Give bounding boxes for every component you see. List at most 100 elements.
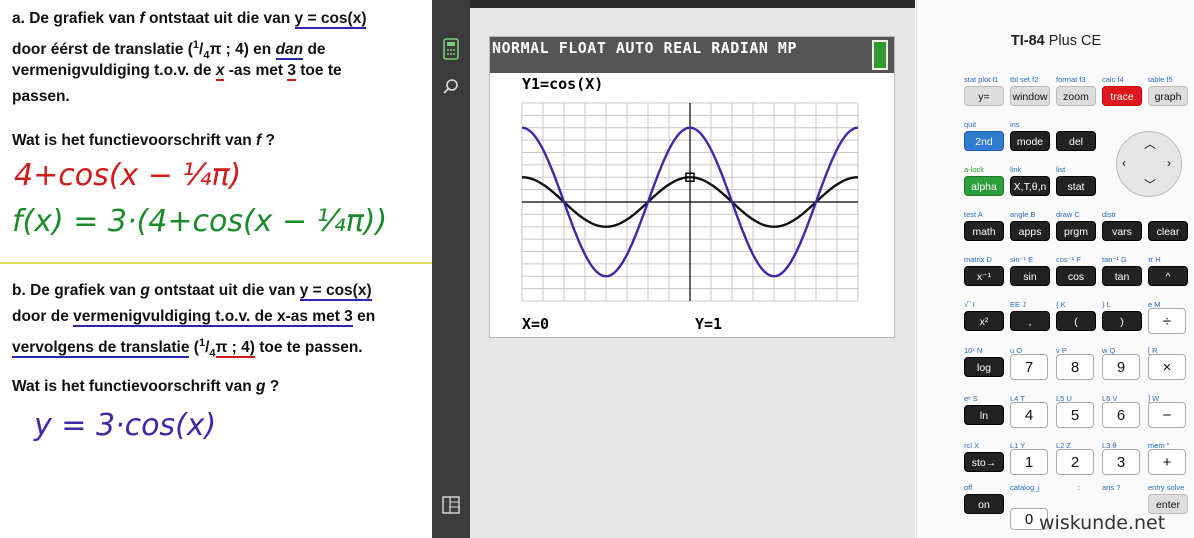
- secondary-function-label: calc f4: [1102, 75, 1124, 84]
- secondary-function-label: } L: [1102, 300, 1111, 309]
- divide-key[interactable]: ÷: [1148, 308, 1186, 334]
- secondary-function-label: :: [1078, 483, 1081, 492]
- secondary-function-label: distr: [1102, 210, 1117, 219]
- secondary-function-label: L3 θ: [1102, 441, 1117, 450]
- layout-icon[interactable]: [442, 496, 460, 514]
- secondary-function-label: L6 V: [1102, 394, 1118, 403]
- math-key[interactable]: math: [964, 221, 1004, 241]
- two-key[interactable]: 2: [1056, 449, 1094, 475]
- x-readout: X=0: [522, 315, 550, 333]
- secondary-function-label: EE J: [1010, 300, 1026, 309]
- secondary-function-label: a-lock: [964, 165, 985, 174]
- sto-key[interactable]: sto→: [964, 452, 1004, 472]
- del-key[interactable]: del: [1056, 131, 1096, 151]
- window-key[interactable]: window: [1010, 86, 1050, 106]
- multiply-key[interactable]: ×: [1148, 354, 1186, 380]
- secondary-function-label: quit: [964, 120, 977, 129]
- graph-plot: [521, 102, 859, 302]
- secondary-function-label: eˣ S: [964, 394, 978, 403]
- vars-key[interactable]: vars: [1102, 221, 1142, 241]
- right-arrow-icon[interactable]: ›: [1167, 156, 1171, 170]
- secondary-function-label: i: [1038, 483, 1040, 492]
- top-toolbar: [470, 0, 915, 8]
- secondary-function-label: table f5: [1148, 75, 1173, 84]
- four-key[interactable]: 4: [1010, 402, 1048, 428]
- y-equals-key[interactable]: y=: [964, 86, 1004, 106]
- secondary-function-label: entry solve: [1148, 483, 1185, 492]
- secondary-function-label: tbl set f2: [1010, 75, 1039, 84]
- calculator-icon[interactable]: [442, 38, 460, 60]
- on-key[interactable]: on: [964, 494, 1004, 514]
- sin-key[interactable]: sin: [1010, 266, 1050, 286]
- secondary-function-label: π H: [1148, 255, 1161, 264]
- clear-key[interactable]: clear: [1148, 221, 1188, 241]
- trace-readout: X=0 Y=1: [490, 311, 894, 337]
- secondary-function-label: L4 T: [1010, 394, 1025, 403]
- mode-key[interactable]: mode: [1010, 131, 1050, 151]
- app-sidebar: [432, 0, 470, 538]
- apps-key[interactable]: apps: [1010, 221, 1050, 241]
- secondary-function-label: w Q: [1102, 346, 1116, 355]
- y-readout: Y=1: [695, 315, 723, 333]
- nine-key[interactable]: 9: [1102, 354, 1140, 380]
- secondary-function-label: stat plot f1: [964, 75, 999, 84]
- ln-key[interactable]: ln: [964, 405, 1004, 425]
- secondary-function-label: √‾ I: [964, 300, 975, 309]
- seven-key[interactable]: 7: [1010, 354, 1048, 380]
- graph-key[interactable]: graph: [1148, 86, 1188, 106]
- question-b-line2: door de vermenigvuldiging t.o.v. de x-as…: [12, 308, 376, 327]
- trace-key[interactable]: trace: [1102, 86, 1142, 106]
- prgm-key[interactable]: prgm: [1056, 221, 1096, 241]
- three-key[interactable]: 3: [1102, 449, 1140, 475]
- power-key[interactable]: ^: [1148, 266, 1188, 286]
- secondary-function-label: list: [1056, 165, 1066, 174]
- comma-key[interactable]: ,: [1010, 311, 1050, 331]
- six-key[interactable]: 6: [1102, 402, 1140, 428]
- eight-key[interactable]: 8: [1056, 354, 1094, 380]
- second-key[interactable]: 2nd: [964, 131, 1004, 151]
- secondary-function-label: test A: [964, 210, 983, 219]
- question-b-prompt: Wat is het functievoorschrift van g ?: [12, 378, 280, 395]
- secondary-function-label: 10ˣ N: [964, 346, 983, 355]
- status-bar: NORMAL FLOAT AUTO REAL RADIAN MP: [490, 37, 894, 73]
- enter-key[interactable]: enter: [1148, 494, 1188, 514]
- secondary-function-label: L2 Z: [1056, 441, 1072, 450]
- secondary-function-label: { K: [1056, 300, 1066, 309]
- xtthetan-key[interactable]: X,T,θ,n: [1010, 176, 1050, 196]
- minus-key[interactable]: −: [1148, 402, 1186, 428]
- secondary-function-label: v P: [1056, 346, 1067, 355]
- secondary-function-label: mem ": [1148, 441, 1170, 450]
- rparen-key[interactable]: ): [1102, 311, 1142, 331]
- whiteboard-panel: a. De grafiek van f ontstaat uit die van…: [0, 0, 432, 538]
- direction-pad[interactable]: ︿ ﹀ ‹ ›: [1116, 131, 1182, 197]
- question-b-line1: b. De grafiek van g ontstaat uit die van…: [12, 282, 372, 301]
- one-key[interactable]: 1: [1010, 449, 1048, 475]
- inverse-key[interactable]: x⁻¹: [964, 266, 1004, 286]
- question-a-line4: passen.: [12, 88, 70, 105]
- search-icon[interactable]: [442, 78, 460, 96]
- plus-key[interactable]: +: [1148, 449, 1186, 475]
- five-key[interactable]: 5: [1056, 402, 1094, 428]
- secondary-function-label: link: [1010, 165, 1022, 174]
- handwritten-answer-b1: y = 3·cos(x): [34, 408, 217, 443]
- log-key[interactable]: log: [964, 357, 1004, 377]
- secondary-function-label: L1 Y: [1010, 441, 1026, 450]
- secondary-function-label: tan⁻¹ G: [1102, 255, 1127, 264]
- secondary-function-label: e M: [1148, 300, 1161, 309]
- calculator-keypad: TI-84 Plus CE y= stat plot f1 window tbl se…: [916, 0, 1194, 538]
- down-arrow-icon[interactable]: ﹀: [1144, 176, 1156, 193]
- secondary-function-label: ] W: [1148, 394, 1160, 403]
- cos-key[interactable]: cos: [1056, 266, 1096, 286]
- lparen-key[interactable]: (: [1056, 311, 1096, 331]
- alpha-key[interactable]: alpha: [964, 176, 1004, 196]
- up-arrow-icon[interactable]: ︿: [1144, 135, 1156, 152]
- handwritten-answer-a2: f(x) = 3·(4+cos(x − ¼π)): [12, 204, 388, 239]
- tan-key[interactable]: tan: [1102, 266, 1142, 286]
- zoom-key[interactable]: zoom: [1056, 86, 1096, 106]
- secondary-function-label: format f3: [1056, 75, 1086, 84]
- left-arrow-icon[interactable]: ‹: [1122, 156, 1126, 170]
- function-label: Y1=cos(X): [522, 75, 604, 93]
- square-key[interactable]: x²: [964, 311, 1004, 331]
- stat-key[interactable]: stat: [1056, 176, 1096, 196]
- secondary-function-label: ins: [1010, 120, 1020, 129]
